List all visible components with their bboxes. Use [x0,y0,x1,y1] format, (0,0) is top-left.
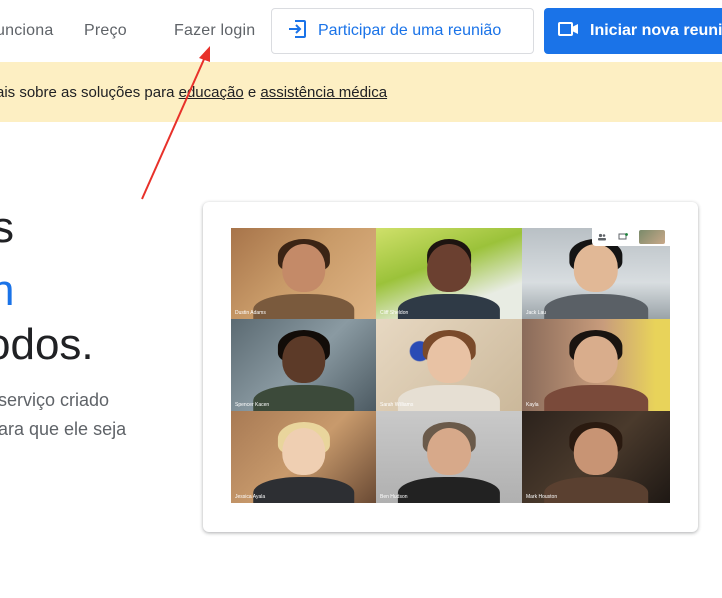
self-view-thumbnail[interactable] [638,230,665,244]
hero-body-line-2: ara que ele seja [0,419,127,439]
participant-tile: Mark Houston [522,411,670,503]
participant-tile: Kayla [522,319,670,411]
nav-link-how-it-works[interactable]: unciona [0,22,53,40]
hero-body-line-1: serviço criado [0,390,110,410]
participant-tile: Spencer Kacen [231,319,376,411]
call-controls-bar [592,228,670,246]
video-call-grid: Dustin Adams Cliff Sheldon Jack Lau Spen… [231,228,670,503]
meet-preview-card: Dustin Adams Cliff Sheldon Jack Lau Spen… [203,202,698,532]
participant-tile: Ben Hudson [376,411,522,503]
join-meeting-button[interactable]: Participar de uma reunião [271,8,534,54]
top-navigation: unciona Preço Fazer login Participar de … [0,0,722,62]
participant-tile: Jack Lau [522,228,670,319]
banner-connector: e [243,84,261,101]
participant-tile: Jessica Ayala [231,411,376,503]
participant-tile: Dustin Adams [231,228,376,319]
participant-name: Sarah Williams [380,402,414,408]
participant-tile: Sarah Williams [376,319,522,411]
banner-prefix: ais sobre as soluções para [0,84,179,101]
solutions-banner: ais sobre as soluções para educação e as… [0,62,722,122]
participant-tile: Cliff Sheldon [376,228,522,319]
hero-headline-line-2: n [0,266,15,315]
participant-name: Mark Houston [526,494,558,500]
participant-name: Ben Hudson [380,494,408,500]
hero-headline-line-3: odos. [0,320,94,369]
healthcare-link[interactable]: assistência médica [260,84,387,101]
participant-name: Cliff Sheldon [380,310,409,316]
hero-headline-line-1: s [0,203,14,252]
new-meeting-button[interactable]: Iniciar nova reunião [544,8,722,54]
participant-name: Kayla [526,402,539,408]
participant-name: Spencer Kacen [235,402,270,408]
join-meeting-label: Participar de uma reunião [318,22,502,39]
banner-text: ais sobre as soluções para educação e as… [0,84,387,101]
sign-in-link[interactable]: Fazer login [174,22,255,40]
education-link[interactable]: educação [179,84,244,101]
nav-link-pricing[interactable]: Preço [84,22,127,40]
enter-icon [286,18,308,45]
participant-name: Dustin Adams [235,310,266,316]
people-icon[interactable] [597,233,607,241]
participant-name: Jack Lau [526,310,547,316]
video-camera-icon [558,21,580,42]
chat-icon[interactable] [618,233,628,241]
new-meeting-label: Iniciar nova reunião [590,22,722,39]
participant-name: Jessica Ayala [235,494,266,500]
